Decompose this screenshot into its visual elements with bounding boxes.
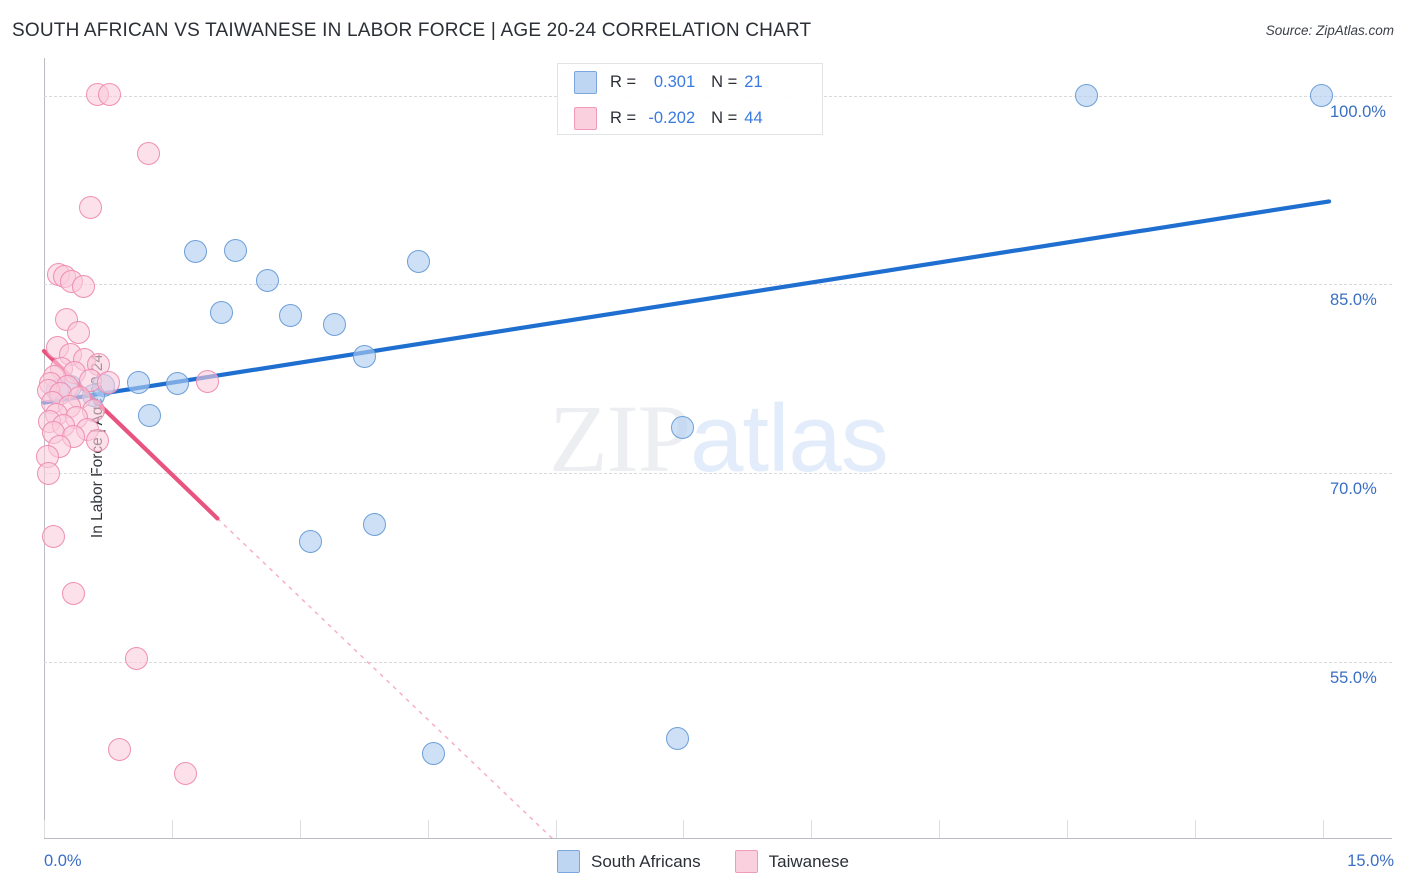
data-point[interactable] [126, 371, 150, 395]
series-legend: South Africans Taiwanese [0, 850, 1406, 873]
data-point[interactable] [125, 646, 149, 670]
data-point[interactable] [353, 344, 377, 368]
series-swatch-taiwanese [574, 106, 597, 130]
data-point[interactable] [666, 727, 690, 751]
plot-area: ZIPatlas [36, 58, 1392, 842]
x-axis-line [44, 838, 1392, 839]
data-point[interactable] [196, 369, 220, 393]
south-africans-trendline [41, 199, 1332, 405]
data-point[interactable] [421, 742, 445, 766]
page-title: SOUTH AFRICAN VS TAIWANESE IN LABOR FORC… [12, 20, 812, 41]
legend-swatch-taiwanese [734, 850, 758, 873]
trendlines-layer [41, 199, 1332, 842]
data-point[interactable] [278, 304, 302, 328]
data-point[interactable] [223, 238, 247, 262]
correlation-chart-page: SOUTH AFRICAN VS TAIWANESE IN LABOR FORC… [0, 0, 1406, 892]
y-axis-tick-label: 55.0% [1330, 668, 1377, 687]
stats-row: R = -0.202 N = 44 [558, 100, 822, 136]
data-point[interactable] [137, 403, 161, 427]
y-axis-tick-label: 100.0% [1330, 102, 1386, 121]
legend-item-south-africans[interactable]: South Africans [557, 850, 701, 873]
legend-item-taiwanese[interactable]: Taiwanese [734, 850, 849, 873]
n-label: N = [711, 72, 738, 91]
n-value: 44 [744, 108, 763, 127]
data-point[interactable] [670, 416, 694, 440]
legend-label: South Africans [591, 851, 701, 871]
data-point[interactable] [165, 372, 189, 396]
data-point[interactable] [136, 142, 160, 166]
data-point[interactable] [41, 524, 65, 548]
data-point[interactable] [298, 529, 322, 553]
r-label: R = [610, 108, 637, 127]
taiwanese-trendline-extension [216, 517, 555, 842]
stats-row: R = 0.301 N = 21 [558, 64, 822, 100]
r-value: -0.202 [648, 108, 696, 127]
data-point[interactable] [98, 82, 122, 106]
data-point[interactable] [37, 461, 60, 485]
legend-swatch-south-africans [557, 850, 581, 873]
correlation-stats-box: R = 0.301 N = 21 R = -0.202 N = 44 [557, 63, 823, 135]
legend-label: Taiwanese [768, 851, 849, 871]
y-axis-tick-label: 85.0% [1330, 291, 1377, 310]
source-note: Source: ZipAtlas.com [1265, 23, 1394, 38]
r-value: 0.301 [653, 72, 696, 91]
r-label: R = [610, 72, 637, 91]
n-label: N = [711, 108, 738, 127]
series-swatch-south-africans [574, 70, 597, 94]
data-point[interactable] [209, 300, 233, 324]
y-axis-tick-label: 70.0% [1330, 480, 1377, 499]
data-point[interactable] [322, 313, 346, 337]
data-point[interactable] [66, 320, 90, 344]
data-point[interactable] [173, 762, 197, 786]
n-value: 21 [744, 72, 763, 91]
